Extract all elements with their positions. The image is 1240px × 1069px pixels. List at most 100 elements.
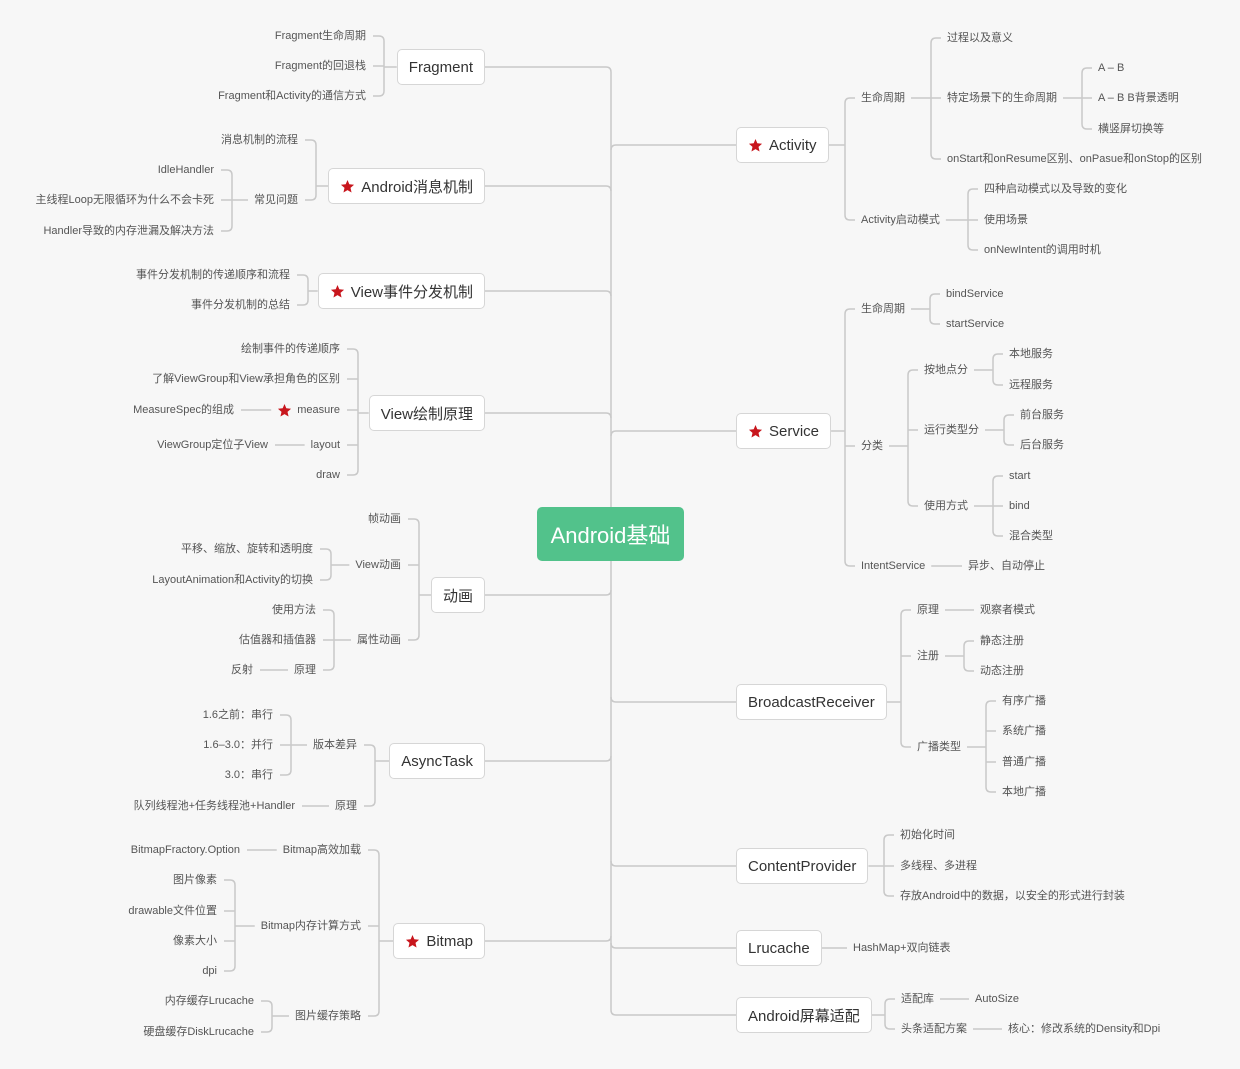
subtopic-node[interactable]: 静态注册 [980,634,1024,649]
subtopic-node[interactable]: ViewGroup定位子View [157,438,268,453]
topic-node[interactable]: BroadcastReceiver [736,684,887,720]
subtopic-node[interactable]: 事件分发机制的传递顺序和流程 [136,268,290,283]
subtopic-node[interactable]: 观察者模式 [980,603,1035,618]
subtopic-node[interactable]: 帧动画 [368,512,401,527]
subtopic-node[interactable]: 使用场景 [984,213,1028,228]
subtopic-node[interactable]: start [1009,469,1030,484]
subtopic-node[interactable]: bind [1009,499,1030,514]
topic-node[interactable]: Android屏幕适配 [736,997,872,1033]
subtopic-node[interactable]: 属性动画 [357,633,401,648]
subtopic-node[interactable]: 本地服务 [1009,347,1053,362]
subtopic-node[interactable]: 注册 [917,649,939,664]
topic-node[interactable]: Android消息机制 [328,168,485,204]
subtopic-node[interactable]: 后台服务 [1020,438,1064,453]
subtopic-node[interactable]: 估值器和插值器 [239,633,316,648]
subtopic-node[interactable]: 版本差异 [313,738,357,753]
subtopic-node[interactable]: 远程服务 [1009,378,1053,393]
subtopic-node[interactable]: IntentService [861,559,925,574]
topic-node[interactable]: Fragment [396,49,485,85]
subtopic-node[interactable]: 动态注册 [980,664,1024,679]
subtopic-node[interactable]: 队列线程池+任务线程池+Handler [134,799,295,814]
subtopic-node[interactable]: layout [311,438,340,453]
subtopic-node[interactable]: 横竖屏切换等 [1098,122,1164,137]
topic-node[interactable]: View事件分发机制 [317,273,485,309]
subtopic-node[interactable]: 头条适配方案 [901,1022,967,1037]
subtopic-node[interactable]: 本地广播 [1002,785,1046,800]
topic-node[interactable]: AsyncTask [389,743,485,779]
topic-node[interactable]: Service [736,413,832,449]
subtopic-node[interactable]: 图片缓存策略 [295,1009,361,1024]
subtopic-node[interactable]: BitmapFractory.Option [131,843,240,858]
root-topic[interactable]: Android基础 [537,507,684,561]
subtopic-node[interactable]: 反射 [231,663,253,678]
topic-node[interactable]: ContentProvider [736,848,869,884]
subtopic-node[interactable]: bindService [946,287,1003,302]
subtopic-node[interactable]: 消息机制的流程 [221,133,298,148]
subtopic-node[interactable]: 使用方法 [272,603,316,618]
subtopic-node[interactable]: draw [316,468,340,483]
subtopic-node[interactable]: 了解ViewGroup和View承担角色的区别 [152,372,340,387]
subtopic-node[interactable]: 异步、自动停止 [968,559,1045,574]
subtopic-node[interactable]: 混合类型 [1009,529,1053,544]
subtopic-node[interactable]: 广播类型 [917,740,961,755]
subtopic-node[interactable]: IdleHandler [158,163,214,178]
subtopic-node[interactable]: 图片像素 [173,873,217,888]
subtopic-node[interactable]: 运行类型分 [924,423,979,438]
subtopic-node[interactable]: 原理 [917,603,939,618]
topic-node[interactable]: Bitmap [393,923,485,959]
subtopic-node[interactable]: AutoSize [975,992,1019,1007]
subtopic-node[interactable]: View动画 [355,558,401,573]
subtopic-node[interactable]: 特定场景下的生命周期 [947,91,1057,106]
subtopic-node[interactable]: Fragment和Activity的通信方式 [218,89,366,104]
subtopic-node[interactable]: startService [946,317,1004,332]
subtopic-node[interactable]: 原理 [335,799,357,814]
subtopic-node[interactable]: LayoutAnimation和Activity的切换 [152,573,313,588]
subtopic-node[interactable]: onStart和onResume区别、onPasue和onStop的区别 [947,152,1202,167]
subtopic-node[interactable]: 硬盘缓存DiskLrucache [143,1025,254,1040]
subtopic-node[interactable]: 3.0：串行 [225,768,273,783]
subtopic-node[interactable]: onNewIntent的调用时机 [984,243,1101,258]
subtopic-node[interactable]: 像素大小 [173,934,217,949]
subtopic-node[interactable]: 系统广播 [1002,724,1046,739]
subtopic-node[interactable]: drawable文件位置 [128,904,217,919]
subtopic-node[interactable]: 核心：修改系统的Density和Dpi [1008,1022,1160,1037]
subtopic-node[interactable]: 常见问题 [254,193,298,208]
subtopic-node[interactable]: Fragment生命周期 [275,29,366,44]
topic-node[interactable]: 动画 [430,577,485,613]
subtopic-node[interactable]: Bitmap内存计算方式 [261,919,361,934]
subtopic-node[interactable]: 事件分发机制的总结 [191,298,290,313]
topic-node[interactable]: View绘制原理 [368,395,485,431]
subtopic-node[interactable]: 初始化时间 [900,828,955,843]
subtopic-node[interactable]: 存放Android中的数据，以安全的形式进行封装 [900,889,1125,904]
subtopic-node[interactable]: measure [277,403,340,418]
subtopic-node[interactable]: 有序广播 [1002,694,1046,709]
topic-node[interactable]: Lrucache [736,930,822,966]
subtopic-node[interactable]: Bitmap高效加载 [283,843,361,858]
subtopic-node[interactable]: 1.6–3.0：并行 [203,738,273,753]
subtopic-node[interactable]: Fragment的回退栈 [275,59,366,74]
subtopic-node[interactable]: 内存缓存Lrucache [165,994,254,1009]
subtopic-node[interactable]: Handler导致的内存泄漏及解决方法 [43,224,214,239]
subtopic-node[interactable]: 四种启动模式以及导致的变化 [984,182,1127,197]
subtopic-node[interactable]: A – B B背景透明 [1098,91,1179,106]
subtopic-node[interactable]: 普通广播 [1002,755,1046,770]
subtopic-node[interactable]: 分类 [861,439,883,454]
subtopic-node[interactable]: 原理 [294,663,316,678]
subtopic-node[interactable]: 过程以及意义 [947,31,1013,46]
subtopic-node[interactable]: 1.6之前：串行 [203,708,273,723]
subtopic-node[interactable]: dpi [202,964,217,979]
subtopic-node[interactable]: 绘制事件的传递顺序 [241,342,340,357]
subtopic-node[interactable]: Activity启动模式 [861,213,940,228]
subtopic-node[interactable]: MeasureSpec的组成 [133,403,234,418]
subtopic-node[interactable]: 平移、缩放、旋转和透明度 [181,542,313,557]
subtopic-node[interactable]: A – B [1098,61,1124,76]
subtopic-node[interactable]: 前台服务 [1020,408,1064,423]
subtopic-node[interactable]: 生命周期 [861,91,905,106]
subtopic-node[interactable]: 按地点分 [924,363,968,378]
subtopic-node[interactable]: 主线程Loop无限循环为什么不会卡死 [36,193,214,208]
topic-node[interactable]: Activity [736,127,829,163]
subtopic-node[interactable]: 生命周期 [861,302,905,317]
subtopic-node[interactable]: 多线程、多进程 [900,859,977,874]
subtopic-node[interactable]: HashMap+双向链表 [853,941,951,956]
subtopic-node[interactable]: 适配库 [901,992,934,1007]
